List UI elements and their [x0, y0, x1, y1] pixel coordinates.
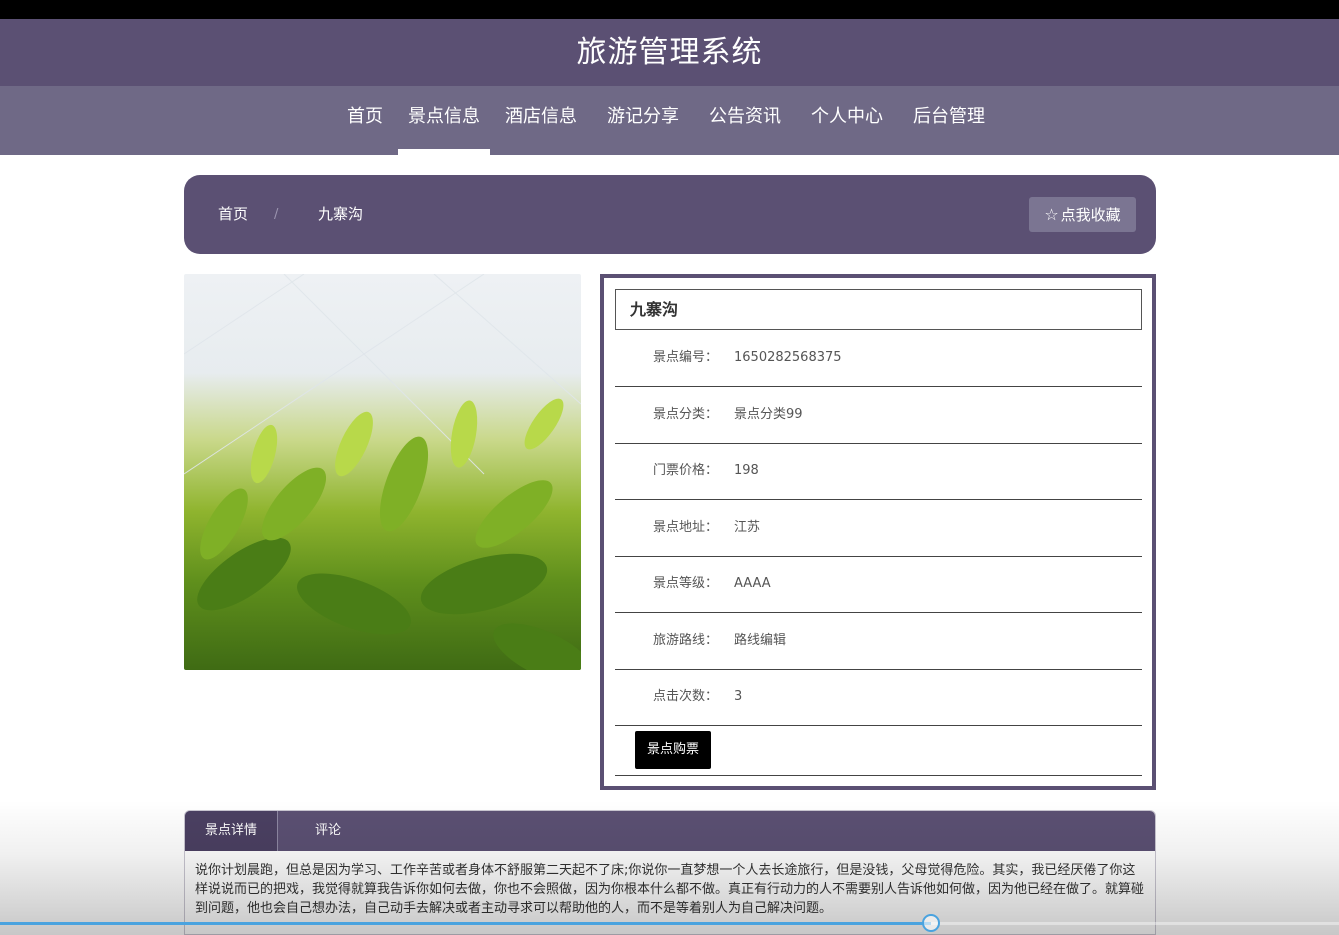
favorite-button-label: 点我收藏: [1060, 206, 1121, 224]
star-outline-icon: ☆: [1044, 205, 1059, 224]
field-value: 198: [734, 463, 759, 478]
nav-item-announcements[interactable]: 公告资讯: [694, 86, 796, 155]
field-value: AAAA: [734, 576, 771, 591]
field-value: 1650282568375: [734, 350, 842, 365]
breadcrumb: 首页 / 九寨沟 ☆ 点我收藏: [184, 175, 1156, 254]
field-label: 旅游路线：: [653, 633, 719, 648]
field-label: 点击次数：: [653, 689, 719, 704]
field-row-category: 景点分类： 景点分类99: [615, 387, 1142, 444]
main-nav: 首页 景点信息 酒店信息 游记分享 公告资讯 个人中心 后台管理: [0, 86, 1339, 155]
field-row-price: 门票价格： 198: [615, 443, 1142, 500]
nav-item-hotels[interactable]: 酒店信息: [490, 86, 592, 155]
nav-item-home[interactable]: 首页: [332, 86, 398, 155]
attraction-photo: [184, 274, 581, 670]
buy-ticket-button[interactable]: 景点购票: [635, 731, 711, 769]
favorite-button[interactable]: ☆ 点我收藏: [1029, 197, 1136, 232]
breadcrumb-separator: /: [274, 207, 279, 222]
field-row-route: 旅游路线： 路线编辑: [615, 613, 1142, 670]
field-label: 景点地址：: [653, 520, 719, 535]
buy-row: 景点购票: [615, 726, 1142, 776]
tab-details[interactable]: 景点详情: [185, 811, 278, 851]
field-row-id: 景点编号： 1650282568375: [615, 330, 1142, 387]
field-value: 江苏: [734, 520, 761, 535]
breadcrumb-current: 九寨沟: [318, 205, 364, 223]
attraction-info-panel: 九寨沟 景点编号： 1650282568375 景点分类： 景点分类99 门票价…: [600, 274, 1156, 790]
field-label: 门票价格：: [653, 463, 719, 478]
video-progress-fill: [0, 922, 931, 925]
field-row-address: 景点地址： 江苏: [615, 500, 1142, 557]
field-label: 景点等级：: [653, 576, 719, 591]
detail-tabs: 景点详情 评论 说你计划晨跑，但总是因为学习、工作辛苦或者身体不舒服第二天起不了…: [184, 810, 1156, 935]
attraction-description: 说你计划晨跑，但总是因为学习、工作辛苦或者身体不舒服第二天起不了床;你说你一直梦…: [195, 863, 1145, 916]
tea-leaves-illustration: [184, 274, 581, 670]
attraction-name: 九寨沟: [630, 300, 679, 319]
field-value: 3: [734, 689, 743, 704]
nav-item-profile[interactable]: 个人中心: [796, 86, 898, 155]
nav-item-attractions[interactable]: 景点信息: [398, 86, 490, 155]
field-value: 景点分类99: [734, 407, 803, 422]
site-title: 旅游管理系统: [576, 35, 763, 70]
nav-item-admin[interactable]: 后台管理: [898, 86, 1000, 155]
video-progress-handle[interactable]: [922, 914, 940, 932]
video-progress-bar[interactable]: [0, 914, 1339, 932]
field-value: 路线编辑: [734, 633, 787, 648]
field-row-clicks: 点击次数： 3: [615, 669, 1142, 726]
field-label: 景点编号：: [653, 350, 719, 365]
breadcrumb-home-link[interactable]: 首页: [218, 175, 248, 254]
nav-item-travel-notes[interactable]: 游记分享: [592, 86, 694, 155]
top-black-strip: [0, 0, 1339, 19]
tab-bar: 景点详情 评论: [185, 811, 1155, 851]
attraction-name-box: 九寨沟: [615, 289, 1142, 330]
site-header: 旅游管理系统: [0, 19, 1339, 86]
field-row-level: 景点等级： AAAA: [615, 556, 1142, 613]
field-label: 景点分类：: [653, 407, 719, 422]
tab-comments[interactable]: 评论: [278, 811, 378, 851]
